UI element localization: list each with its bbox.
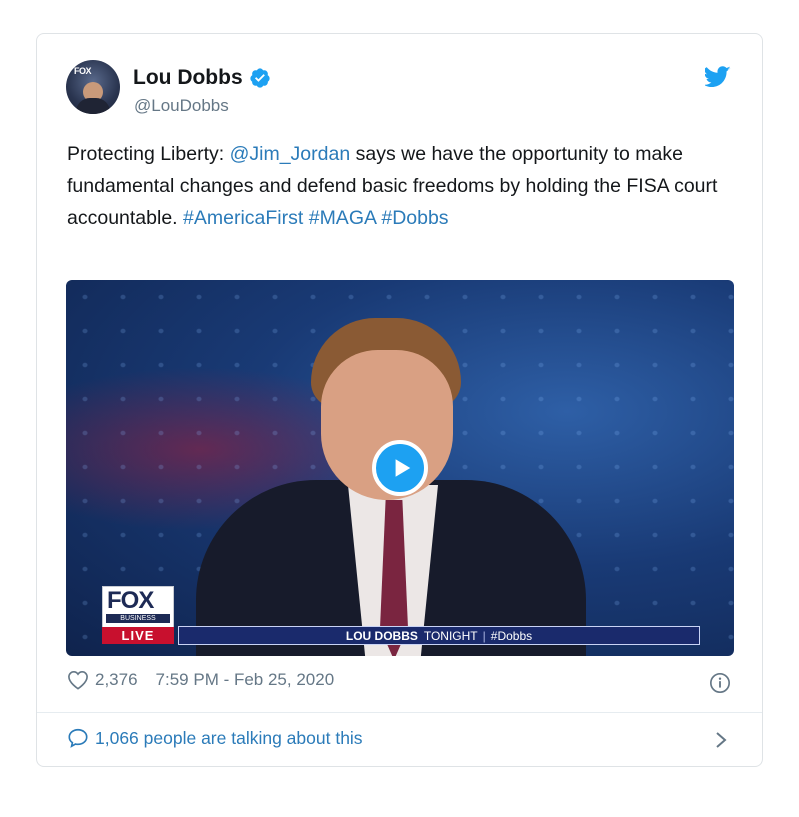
hashtag-link[interactable]: #AmericaFirst: [183, 207, 303, 229]
like-count[interactable]: 2,376: [95, 670, 138, 690]
tweet-meta: 2,376 7:59 PM - Feb 25, 2020: [67, 670, 334, 690]
show-hashtag: #Dobbs: [490, 628, 533, 643]
network-sub-label: BUSINESS: [106, 614, 170, 623]
author-name-text: Lou Dobbs: [133, 66, 243, 89]
author-name[interactable]: Lou Dobbs: [133, 66, 271, 90]
info-icon[interactable]: [709, 672, 731, 694]
mention-link[interactable]: @Jim_Jordan: [230, 143, 351, 165]
show-title: LOU DOBBS: [345, 628, 418, 643]
heart-icon[interactable]: [67, 670, 89, 690]
avatar[interactable]: FOX: [66, 60, 120, 114]
lower-third-banner: LOU DOBBS TONIGHT | #Dobbs: [178, 626, 700, 645]
tweet-timestamp[interactable]: 7:59 PM - Feb 25, 2020: [156, 670, 335, 690]
play-button[interactable]: [372, 440, 428, 496]
tweet-text-prefix: Protecting Liberty:: [67, 143, 230, 165]
tweet-text: Protecting Liberty: @Jim_Jordan says we …: [67, 138, 747, 234]
avatar-logo: FOX: [74, 66, 92, 76]
divider: [37, 712, 762, 713]
author-handle[interactable]: @LouDobbs: [134, 96, 229, 116]
hashtag-link[interactable]: #MAGA: [309, 207, 376, 229]
show-suffix: TONIGHT: [423, 628, 478, 643]
conversation-link[interactable]: 1,066 people are talking about this: [67, 727, 363, 749]
network-logo-text: FOX: [107, 587, 154, 614]
twitter-bird-icon[interactable]: [705, 66, 731, 88]
tweet-card: FOX Lou Dobbs @LouDobbs Protecting Liber…: [36, 33, 763, 767]
video-player[interactable]: FOX BUSINESS LIVE LOU DOBBS TONIGHT | #D…: [66, 280, 734, 656]
live-badge: LIVE: [102, 627, 174, 644]
reply-bubble-icon: [68, 728, 88, 748]
chevron-right-icon[interactable]: [714, 731, 728, 749]
banner-separator: |: [482, 628, 486, 643]
verified-badge-icon: [250, 68, 270, 88]
play-icon: [395, 459, 411, 477]
avatar-suit: [76, 98, 110, 114]
hashtag-link[interactable]: #Dobbs: [381, 207, 448, 229]
conversation-label: 1,066 people are talking about this: [95, 727, 363, 748]
